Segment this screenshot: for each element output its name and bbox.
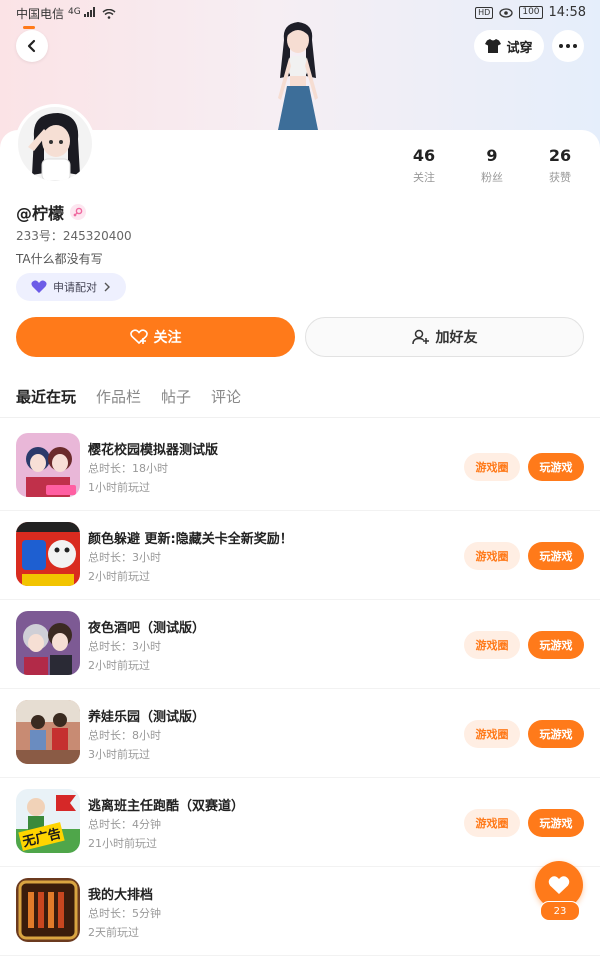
- profile-stats: 46 关注 9 粉丝 26 获赞: [390, 146, 600, 185]
- game-duration: 总时长：4分钟: [88, 818, 161, 831]
- apply-pair-button[interactable]: 申请配对: [16, 273, 126, 301]
- tabs-divider: [0, 417, 600, 418]
- add-friend-button[interactable]: 加好友: [305, 317, 584, 357]
- game-duration: 总时长：18小时: [88, 462, 168, 475]
- try-on-label: 试穿: [506, 40, 533, 56]
- game-duration: 总时长：8小时: [88, 729, 161, 742]
- eye-icon: [499, 7, 513, 18]
- tab-posts[interactable]: 帖子: [161, 386, 191, 407]
- add-friend-label: 加好友: [435, 330, 478, 346]
- avatar-portrait-image: [18, 107, 92, 181]
- hd-badge: HD: [475, 6, 494, 19]
- follow-button[interactable]: 关注: [16, 317, 295, 357]
- stat-fans[interactable]: 9 粉丝: [458, 146, 526, 185]
- game-title: 养娃乐园（测试版）: [88, 710, 206, 725]
- back-button[interactable]: [16, 30, 48, 62]
- signal-label: 4G: [68, 7, 81, 17]
- stat-likes[interactable]: 26 获赞: [526, 146, 594, 185]
- escape-teacher-icon[interactable]: 无广告: [16, 789, 80, 853]
- username-row: @柠檬: [16, 200, 87, 224]
- game-row[interactable]: 我的大排档 总时长：5分钟 2天前玩过: [0, 867, 600, 956]
- stat-likes-count: 26: [548, 146, 572, 165]
- food-stall-icon[interactable]: [16, 878, 80, 942]
- game-row[interactable]: 樱花校园模拟器测试版 总时长：18小时 1小时前玩过 游戏圈 玩游戏: [0, 422, 600, 511]
- game-title: 我的大排档: [88, 888, 154, 903]
- user-plus-icon: [411, 329, 429, 345]
- game-title: 夜色酒吧（测试版）: [88, 621, 206, 636]
- user-bio: TA什么都没有写: [16, 252, 103, 266]
- active-tab-indicator: [23, 26, 35, 29]
- tshirt-icon: [485, 39, 502, 53]
- game-last-played: 21小时前玩过: [88, 837, 157, 850]
- stat-following-label: 关注: [413, 171, 435, 184]
- game-circle-button[interactable]: 游戏圈: [464, 453, 520, 481]
- game-row[interactable]: 夜色酒吧（测试版） 总时长：3小时 2小时前玩过 游戏圈 玩游戏: [0, 600, 600, 689]
- play-game-button[interactable]: 玩游戏: [528, 453, 584, 481]
- chevron-left-icon: [27, 39, 36, 53]
- heart-icon: [31, 280, 47, 293]
- user-id: 233号：245320400: [16, 229, 132, 243]
- game-circle-button[interactable]: 游戏圈: [464, 809, 520, 837]
- profile-tabs: 最近在玩 作品栏 帖子 评论: [16, 386, 241, 407]
- signal-icon: 4G: [68, 7, 98, 20]
- stat-fans-label: 粉丝: [481, 171, 503, 184]
- game-row[interactable]: 无广告 逃离班主任跑酷（双赛道） 总时长：4分钟 21小时前玩过 游戏圈 玩游戏: [0, 778, 600, 867]
- game-duration: 总时长：3小时: [88, 551, 161, 564]
- game-duration: 总时长：3小时: [88, 640, 161, 653]
- game-row[interactable]: 养娃乐园（测试版） 总时长：8小时 3小时前玩过 游戏圈 玩游戏: [0, 689, 600, 778]
- game-last-played: 3小时前玩过: [88, 748, 150, 761]
- like-count-badge: 23: [540, 901, 580, 921]
- game-title: 颜色躲避 更新:隐藏关卡全新奖励！: [88, 532, 293, 547]
- color-dodge-icon[interactable]: [16, 522, 80, 586]
- game-circle-button[interactable]: 游戏圈: [464, 542, 520, 570]
- more-button[interactable]: [552, 30, 584, 62]
- avatar[interactable]: [15, 104, 95, 184]
- tab-recently-played[interactable]: 最近在玩: [16, 386, 76, 407]
- game-last-played: 2小时前玩过: [88, 570, 150, 583]
- game-duration: 总时长：5分钟: [88, 907, 161, 920]
- more-dots-icon: [559, 44, 577, 48]
- baby-park-icon[interactable]: [16, 700, 80, 764]
- play-game-button[interactable]: 玩游戏: [528, 542, 584, 570]
- chevron-right-icon: [104, 282, 110, 292]
- game-title: 樱花校园模拟器测试版: [88, 443, 219, 458]
- sakura-school-icon[interactable]: [16, 433, 80, 497]
- try-on-button[interactable]: 试穿: [474, 30, 544, 62]
- tab-works[interactable]: 作品栏: [96, 386, 141, 407]
- game-last-played: 2天前玩过: [88, 926, 139, 939]
- follow-label: 关注: [153, 330, 182, 346]
- game-circle-button[interactable]: 游戏圈: [464, 720, 520, 748]
- tab-comments[interactable]: 评论: [211, 386, 241, 407]
- play-game-button[interactable]: 玩游戏: [528, 720, 584, 748]
- username: @柠檬: [16, 204, 65, 223]
- avatar-full-body-figure: [278, 22, 318, 130]
- stat-likes-label: 获赞: [549, 171, 571, 184]
- wifi-icon: [102, 8, 116, 19]
- apply-pair-label: 申请配对: [53, 281, 97, 294]
- game-circle-button[interactable]: 游戏圈: [464, 631, 520, 659]
- heart-filled-icon: [548, 876, 570, 894]
- play-game-button[interactable]: 玩游戏: [528, 631, 584, 659]
- stat-fans-count: 9: [486, 146, 498, 165]
- game-title: 逃离班主任跑酷（双赛道）: [88, 799, 245, 814]
- time-label: 14:58: [548, 5, 586, 20]
- battery-icon: 100: [519, 6, 543, 19]
- game-last-played: 2小时前玩过: [88, 659, 150, 672]
- night-bar-icon[interactable]: [16, 611, 80, 675]
- stat-following[interactable]: 46 关注: [390, 146, 458, 185]
- recent-games-list: 樱花校园模拟器测试版 总时长：18小时 1小时前玩过 游戏圈 玩游戏 颜色躲避 …: [0, 422, 600, 956]
- stat-following-count: 46: [412, 146, 436, 165]
- play-game-button[interactable]: 玩游戏: [528, 809, 584, 837]
- carrier-label: 中国电信: [16, 7, 65, 21]
- heart-plus-icon: [129, 329, 148, 345]
- game-last-played: 1小时前玩过: [88, 481, 150, 494]
- female-gender-icon: [70, 204, 87, 220]
- game-row[interactable]: 颜色躲避 更新:隐藏关卡全新奖励！ 总时长：3小时 2小时前玩过 游戏圈 玩游戏: [0, 511, 600, 600]
